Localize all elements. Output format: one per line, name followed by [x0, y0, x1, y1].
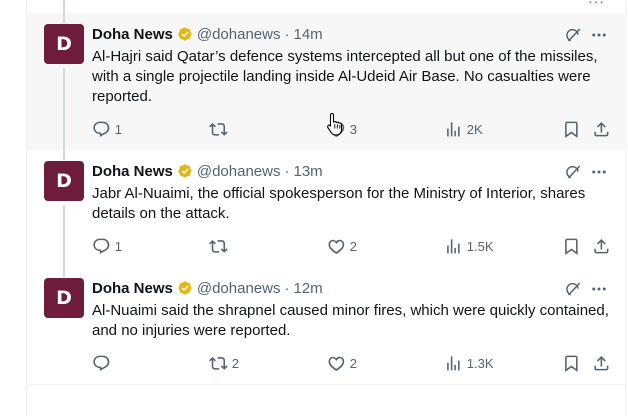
bookmark-icon — [565, 238, 578, 255]
timeline: ··· D Doha News @dohanews · 14m Al-Hajri… — [26, 0, 627, 416]
reply-icon — [93, 355, 110, 371]
tweet-text: Al-Nuaimi said the shrapnel caused minor… — [92, 302, 609, 339]
reply-button[interactable]: 1 — [92, 236, 122, 256]
reply-button[interactable]: 1 — [92, 119, 122, 139]
grok-icon[interactable] — [563, 162, 583, 182]
author-name[interactable]: Doha News — [92, 280, 173, 297]
bookmark-button[interactable] — [562, 236, 581, 256]
tweet-actions: 2 2 1.3K — [92, 353, 617, 373]
share-button[interactable] — [592, 353, 611, 373]
tweet-header: Doha News @dohanews · 14m — [92, 24, 323, 44]
bookmark-icon — [565, 121, 578, 138]
more-icon[interactable] — [589, 162, 609, 182]
like-button[interactable]: 2 — [327, 236, 357, 256]
avatar[interactable]: D — [44, 161, 84, 201]
verified-badge-icon — [178, 281, 192, 295]
views-icon — [447, 238, 460, 254]
retweet-icon — [209, 356, 228, 370]
separator: · — [284, 162, 290, 180]
retweet-button[interactable]: 2 — [209, 353, 239, 373]
reply-icon — [93, 121, 110, 137]
retweet-icon — [209, 122, 228, 136]
thread-line — [63, 0, 65, 13]
like-icon — [328, 356, 345, 371]
thread-line — [63, 150, 65, 160]
timestamp[interactable]: 14m — [293, 26, 322, 43]
like-button[interactable]: 2 — [327, 353, 357, 373]
share-button[interactable] — [592, 119, 611, 139]
like-icon — [328, 239, 345, 254]
previous-tweet-edge: ··· — [27, 0, 627, 13]
bookmark-button[interactable] — [562, 353, 581, 373]
retweet-icon — [209, 239, 228, 253]
like-count: 2 — [349, 238, 357, 254]
tweet-text: Jabr Al-Nuaimi, the official spokesperso… — [92, 185, 586, 222]
bookmark-icon — [565, 355, 578, 372]
views-count: 2K — [466, 121, 483, 137]
bookmark-button[interactable] — [562, 119, 581, 139]
verified-badge-icon — [178, 164, 192, 178]
share-icon — [594, 238, 609, 254]
views-button[interactable]: 1.3K — [444, 353, 494, 373]
tweet[interactable]: D Doha News @dohanews · 12m Al-Nuaimi sa… — [27, 267, 627, 385]
thread-line — [63, 267, 65, 277]
verified-badge-icon — [178, 27, 192, 41]
views-icon — [447, 355, 460, 371]
tweet-actions: 1 3 2K — [92, 119, 617, 139]
reply-button[interactable] — [92, 353, 115, 373]
thread-line — [63, 13, 65, 23]
more-icon[interactable] — [589, 279, 609, 299]
timestamp[interactable]: 13m — [293, 163, 322, 180]
views-button[interactable]: 2K — [444, 119, 483, 139]
author-handle[interactable]: @dohanews — [197, 26, 281, 43]
grok-icon[interactable] — [563, 25, 583, 45]
views-count: 1.5K — [466, 238, 494, 254]
more-icon[interactable] — [589, 25, 609, 45]
thread-line — [63, 205, 65, 267]
reply-count: 1 — [114, 238, 122, 254]
avatar[interactable]: D — [44, 24, 84, 64]
mouse-cursor-icon — [327, 112, 343, 136]
retweet-button[interactable] — [209, 119, 232, 139]
tweet-text: Al-Hajri said Qatar’s defence systems in… — [92, 48, 598, 105]
author-name[interactable]: Doha News — [92, 26, 173, 43]
tweet-actions: 1 2 1.5K — [92, 236, 617, 256]
retweet-button[interactable] — [209, 236, 232, 256]
share-icon — [594, 355, 609, 371]
thread-line — [63, 68, 65, 150]
reply-count: 1 — [114, 121, 122, 137]
share-button[interactable] — [592, 236, 611, 256]
more-icon[interactable]: ··· — [588, 0, 605, 9]
like-count: 2 — [349, 355, 357, 371]
views-count: 1.3K — [466, 355, 494, 371]
tweet-header: Doha News @dohanews · 12m — [92, 278, 323, 298]
like-count: 3 — [349, 121, 357, 137]
author-handle[interactable]: @dohanews — [197, 280, 281, 297]
separator: · — [284, 25, 290, 43]
timestamp[interactable]: 12m — [293, 280, 322, 297]
views-icon — [447, 121, 460, 137]
separator: · — [284, 279, 290, 297]
share-icon — [594, 121, 609, 137]
avatar[interactable]: D — [44, 278, 84, 318]
reply-icon — [93, 238, 110, 254]
grok-icon[interactable] — [563, 279, 583, 299]
tweet[interactable]: D Doha News @dohanews · 13m Jabr Al-Nuai… — [27, 150, 627, 267]
tweet-header: Doha News @dohanews · 13m — [92, 161, 323, 181]
retweet-count: 2 — [231, 355, 239, 371]
views-button[interactable]: 1.5K — [444, 236, 494, 256]
author-handle[interactable]: @dohanews — [197, 163, 281, 180]
author-name[interactable]: Doha News — [92, 163, 173, 180]
